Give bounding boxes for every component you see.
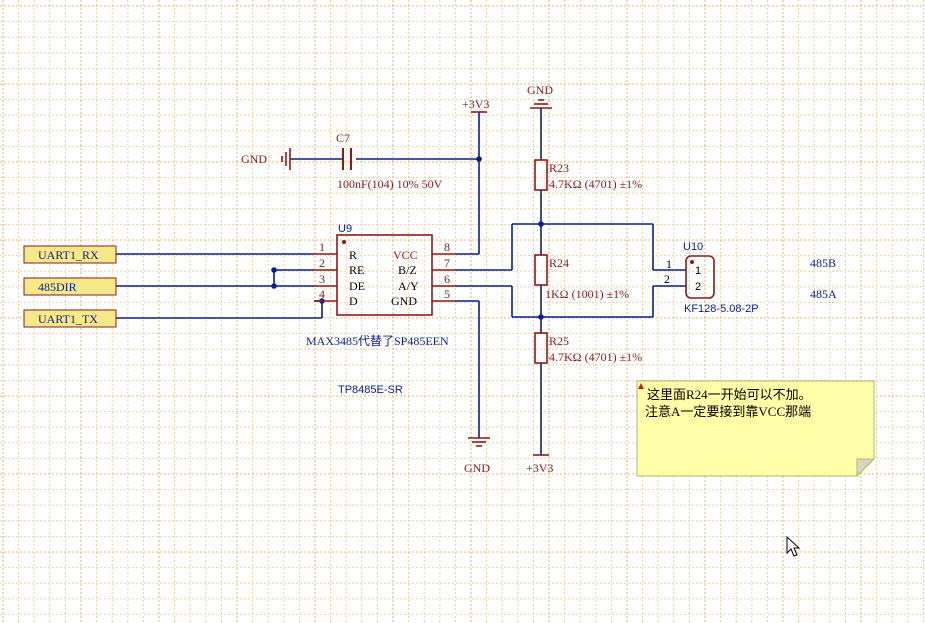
resistor-r25[interactable] [534, 332, 548, 364]
u10-part: KF128-5.08-2P [684, 303, 759, 315]
u9-pin2-name: RE [349, 263, 364, 277]
u10-pin1-marker [690, 260, 694, 264]
r25-value: 4.7KΩ (4701) ±1% [549, 350, 642, 364]
r24-body [534, 254, 548, 286]
vcc-top-label: +3V3 [462, 97, 489, 111]
note-fold [856, 458, 876, 478]
vcc-bottom-label: +3V3 [526, 461, 553, 475]
power-gnd-cap[interactable] [281, 148, 291, 170]
mouse-cursor-icon [786, 535, 801, 557]
r24-value: 1KΩ (1001) ±1% [545, 287, 629, 301]
junction-dir [271, 267, 277, 273]
capacitor-c7[interactable] [342, 148, 352, 170]
chip-u9[interactable]: 1 2 3 4 8 7 6 5 R RE DE D VCC B/Z A/Y GN… [314, 234, 455, 316]
r25-body [534, 332, 548, 364]
u9-pin8-num: 8 [444, 240, 450, 254]
u9-comment: MAX3485代替了SP485EEN [306, 334, 449, 348]
r24-designator: R24 [549, 256, 569, 270]
resistor-r24[interactable] [534, 254, 548, 286]
port-485dir-label: 485DIR [38, 280, 77, 294]
port-uart1-tx[interactable]: UART1_TX [23, 309, 117, 328]
u10-inner2: 2 [695, 281, 701, 293]
u9-pin6-name: A/Y [398, 279, 419, 293]
u9-pin7-num: 7 [444, 256, 450, 270]
gnd-bottom-label: GND [464, 461, 490, 475]
port-uart1-rx-label: UART1_RX [38, 248, 99, 262]
junction-vcc [476, 156, 482, 162]
u9-designator: U9 [338, 223, 352, 235]
u9-pin1-name: R [349, 248, 357, 262]
r23-body [534, 159, 548, 191]
u10-designator: U10 [683, 241, 703, 253]
resistor-r23[interactable] [534, 159, 548, 191]
junction-r25-top [538, 314, 544, 320]
c7-designator: C7 [336, 131, 350, 145]
port-uart1-rx[interactable]: UART1_RX [23, 245, 117, 264]
u9-pin2-num: 2 [319, 256, 325, 270]
port-uart1-tx-label: UART1_TX [38, 312, 98, 326]
c7-value: 100nF(104) 10% 50V [337, 177, 443, 191]
junction-r23-top [538, 221, 544, 227]
u10-pin1-num: 1 [666, 257, 672, 271]
u9-pin1-num: 1 [319, 240, 325, 254]
r25-designator: R25 [549, 334, 569, 348]
gnd-cap-label: GND [241, 152, 267, 166]
u9-pin5-name: GND [391, 294, 417, 308]
gnd-top-label: GND [527, 83, 553, 97]
junction-dir2 [271, 283, 277, 289]
u9-pin8-name: VCC [393, 248, 418, 262]
grid [0, 0, 925, 623]
u9-pin5-num: 5 [444, 287, 450, 301]
note[interactable]: 这里面R24一开始可以不加。 注意A一定要接到靠VCC那端 [636, 380, 876, 478]
u9-pin4-num: 4 [319, 287, 325, 301]
net-485b-label: 485B [810, 256, 836, 270]
net-485a-label: 485A [810, 287, 837, 301]
note-line1: 这里面R24一开始可以不加。 [647, 387, 812, 402]
schematic-canvas[interactable]: +3V3 GND GND GND +3V3 C7 100nF(104) 10% … [0, 0, 925, 623]
u9-pin6-num: 6 [444, 272, 450, 286]
u9-pin1-marker [342, 240, 346, 244]
u9-pin7-name: B/Z [398, 263, 417, 277]
port-485dir[interactable]: 485DIR [23, 277, 117, 296]
r23-designator: R23 [549, 161, 569, 175]
u9-pin3-num: 3 [319, 272, 325, 286]
u9-pin4-name: D [349, 294, 358, 308]
u9-part: TP8485E-SR [338, 384, 403, 396]
u9-pin3-name: DE [349, 279, 365, 293]
u10-inner1: 1 [695, 265, 701, 277]
note-line2: 注意A一定要接到靠VCC那端 [645, 404, 811, 419]
u10-pin2-num: 2 [664, 272, 670, 286]
schematic-sheet: +3V3 GND GND GND +3V3 C7 100nF(104) 10% … [0, 0, 925, 623]
r23-value: 4.7KΩ (4701) ±1% [549, 177, 642, 191]
